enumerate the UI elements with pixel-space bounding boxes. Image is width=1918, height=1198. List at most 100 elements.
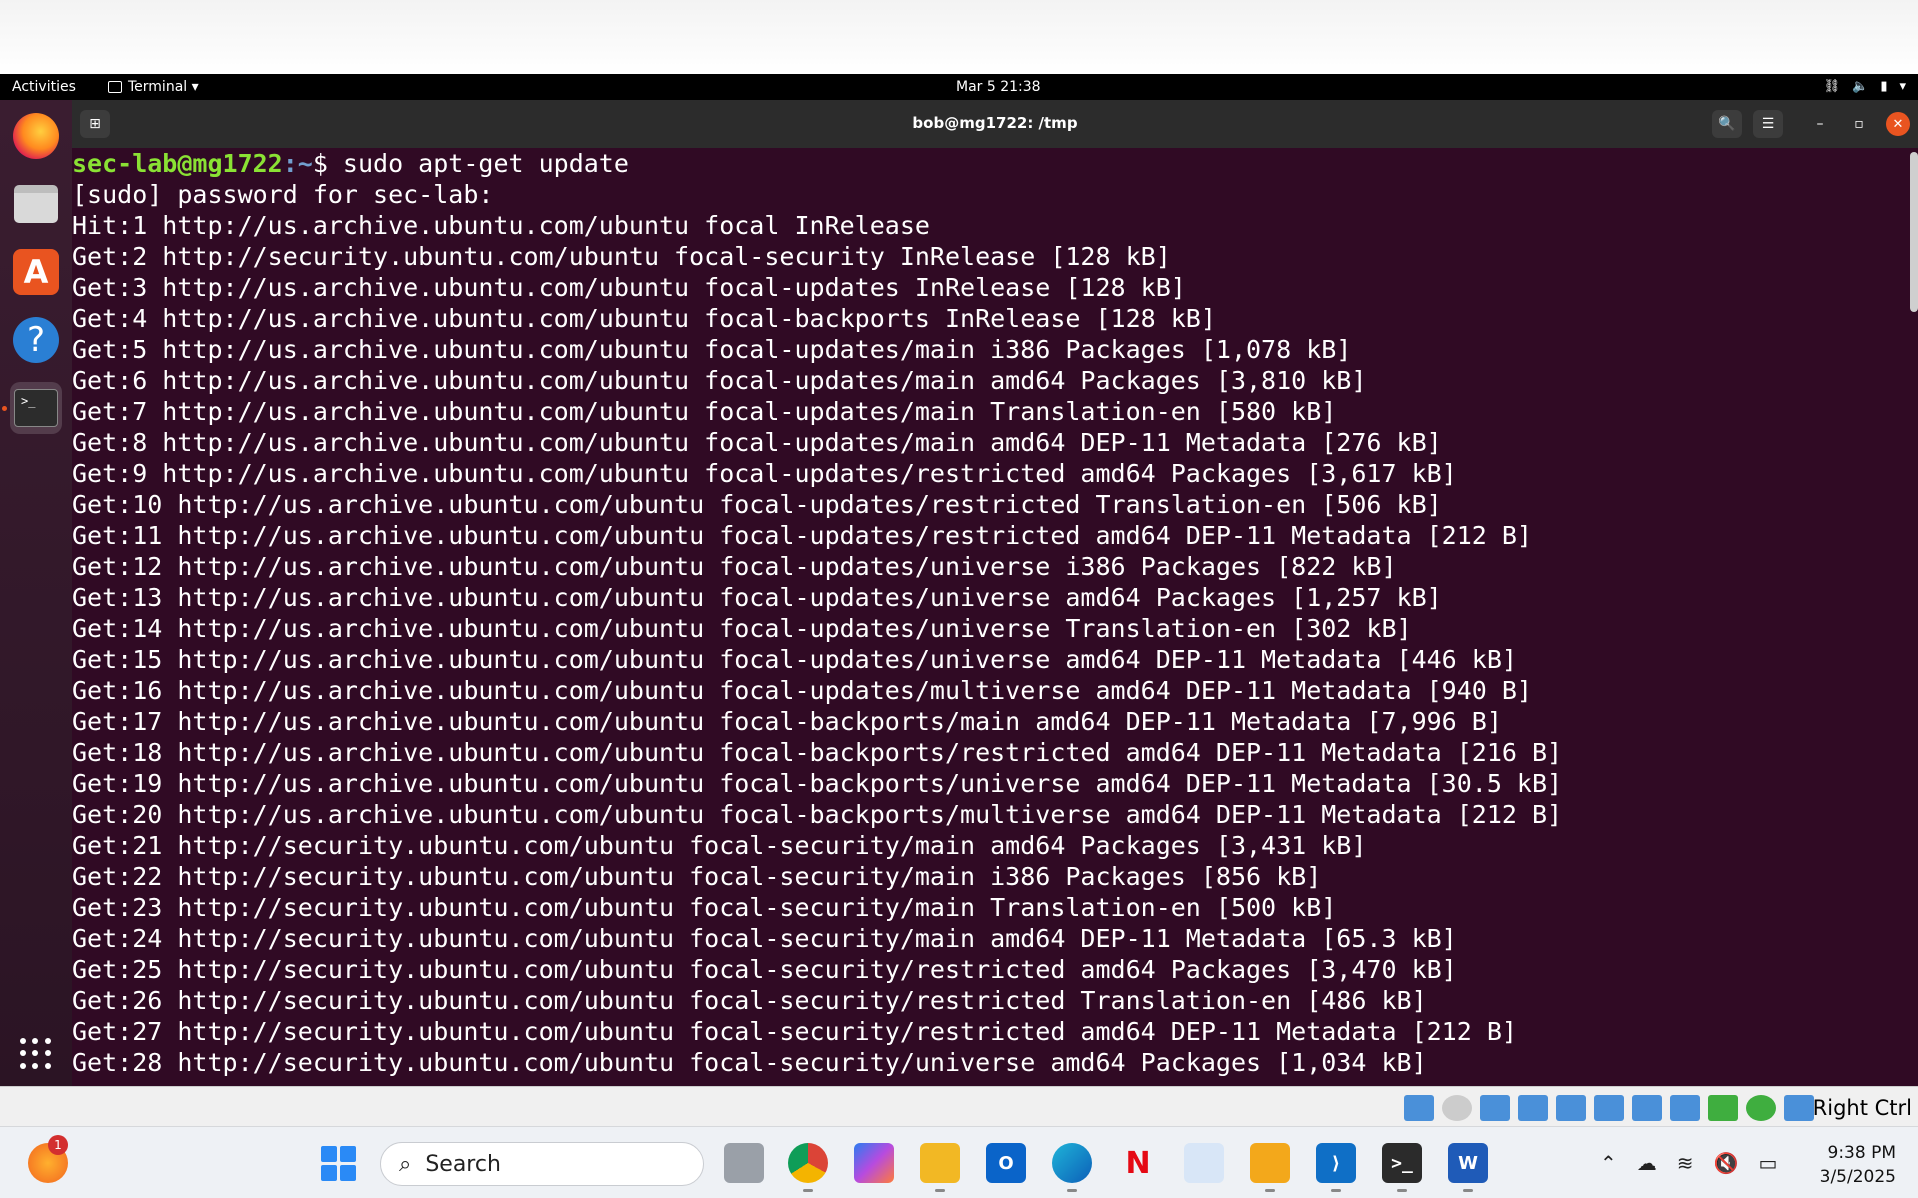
dock-files[interactable] xyxy=(10,178,62,230)
search-label: Search xyxy=(425,1151,501,1177)
vscode-icon[interactable]: ⟩ xyxy=(1316,1143,1356,1183)
taskbar-time: 9:38 PM xyxy=(1827,1143,1897,1163)
task-view-icon[interactable] xyxy=(724,1143,764,1183)
recording-icon[interactable] xyxy=(1670,1095,1700,1121)
host-top-area xyxy=(0,0,1918,74)
close-button[interactable]: ✕ xyxy=(1886,112,1910,136)
onedrive-icon[interactable]: ☁ xyxy=(1637,1151,1657,1175)
windows-logo-icon xyxy=(320,1145,356,1181)
terminal-line: Get:26 http://security.ubuntu.com/ubuntu… xyxy=(72,986,1427,1015)
running-indicator xyxy=(1331,1189,1341,1192)
terminal-headerbar: ⊞ bob@mg1722: /tmp 🔍 ☰ – ▫ ✕ xyxy=(72,100,1918,148)
windows-terminal-icon[interactable]: >_ xyxy=(1382,1143,1422,1183)
keyboard-icon[interactable] xyxy=(1784,1095,1814,1121)
terminal-line: Get:18 http://us.archive.ubuntu.com/ubun… xyxy=(72,738,1563,767)
cpu-icon[interactable] xyxy=(1708,1095,1738,1121)
hard-disk-icon[interactable] xyxy=(1404,1095,1434,1121)
chevron-up-icon[interactable]: ⌃ xyxy=(1600,1151,1617,1175)
terminal-line: Get:6 http://us.archive.ubuntu.com/ubunt… xyxy=(72,366,1367,395)
terminal-line: Get:20 http://us.archive.ubuntu.com/ubun… xyxy=(72,800,1563,829)
prompt-user: sec-lab@mg1722 xyxy=(72,149,283,178)
battery-icon[interactable]: ▭ xyxy=(1758,1151,1777,1175)
scrollbar[interactable] xyxy=(1910,152,1918,312)
audio-icon[interactable] xyxy=(1480,1095,1510,1121)
terminal-line: Get:22 http://security.ubuntu.com/ubuntu… xyxy=(72,862,1322,891)
outlook-icon[interactable]: O xyxy=(986,1143,1026,1183)
netflix-icon[interactable]: N xyxy=(1118,1143,1158,1183)
terminal-line: Get:14 http://us.archive.ubuntu.com/ubun… xyxy=(72,614,1412,643)
terminal-line: Get:7 http://us.archive.ubuntu.com/ubunt… xyxy=(72,397,1337,426)
shared-folder-icon[interactable] xyxy=(1594,1095,1624,1121)
terminal-line: Get:12 http://us.archive.ubuntu.com/ubun… xyxy=(72,552,1397,581)
minimize-button[interactable]: – xyxy=(1808,112,1832,136)
terminal-line: Hit:1 http://us.archive.ubuntu.com/ubunt… xyxy=(72,211,930,240)
copilot-icon[interactable] xyxy=(854,1143,894,1183)
wifi-icon[interactable]: ≋ xyxy=(1677,1151,1694,1175)
maximize-button[interactable]: ▫ xyxy=(1847,112,1871,136)
terminal-body[interactable]: sec-lab@mg1722:~$ sudo apt-get update [s… xyxy=(72,148,1918,1086)
running-indicator xyxy=(1463,1189,1473,1192)
vbox-device-icons xyxy=(1404,1095,1814,1121)
running-indicator xyxy=(2,406,7,411)
running-indicator xyxy=(1067,1189,1077,1192)
terminal-line: Get:27 http://security.ubuntu.com/ubuntu… xyxy=(72,1017,1517,1046)
chrome-icon[interactable] xyxy=(788,1143,828,1183)
dock-help[interactable]: ? xyxy=(10,314,62,366)
search-icon: 🔍 xyxy=(1718,116,1736,132)
system-tray: ⌃ ☁ ≋ 🔇 ▭ xyxy=(1600,1151,1777,1175)
help-icon: ? xyxy=(13,317,59,363)
terminal-line: Get:21 http://security.ubuntu.com/ubuntu… xyxy=(72,831,1367,860)
notification-badge: 1 xyxy=(48,1135,68,1155)
terminal-line: Get:19 http://us.archive.ubuntu.com/ubun… xyxy=(72,769,1563,798)
dock-software[interactable]: A xyxy=(10,246,62,298)
start-button[interactable] xyxy=(318,1143,358,1183)
volume-icon: 🔈 xyxy=(1852,79,1869,94)
host-key-label: Right Ctrl xyxy=(1812,1096,1912,1120)
terminal-line: Get:23 http://security.ubuntu.com/ubuntu… xyxy=(72,893,1337,922)
activities-button[interactable]: Activities xyxy=(12,79,76,95)
network-icon: ⛓ xyxy=(1823,79,1841,94)
terminal-line: Get:3 http://us.archive.ubuntu.com/ubunt… xyxy=(72,273,1186,302)
search-icon: ⌕ xyxy=(399,1151,412,1177)
prompt-path: :~ xyxy=(282,149,313,178)
word-icon[interactable]: W xyxy=(1448,1143,1488,1183)
edge-icon[interactable] xyxy=(1052,1143,1092,1183)
terminal-line: Get:17 http://us.archive.ubuntu.com/ubun… xyxy=(72,707,1502,736)
chevron-down-icon: ▾ xyxy=(1899,79,1906,94)
terminal-line: Get:8 http://us.archive.ubuntu.com/ubunt… xyxy=(72,428,1442,457)
snipping-tool-icon[interactable] xyxy=(1184,1143,1224,1183)
terminal-line: [sudo] password for sec-lab: xyxy=(72,180,494,209)
dock-terminal[interactable]: >_ xyxy=(10,382,62,434)
window-title: bob@mg1722: /tmp xyxy=(912,114,1078,132)
running-indicator xyxy=(1265,1189,1275,1192)
terminal-line: Get:4 http://us.archive.ubuntu.com/ubunt… xyxy=(72,304,1216,333)
network-icon[interactable] xyxy=(1518,1095,1548,1121)
dock-firefox[interactable] xyxy=(10,110,62,162)
volume-muted-icon[interactable]: 🔇 xyxy=(1714,1151,1739,1175)
file-explorer-icon[interactable] xyxy=(920,1143,960,1183)
system-menu[interactable]: ⛓ 🔈 ▮ ▾ xyxy=(1824,79,1906,94)
taskbar-search[interactable]: ⌕ Search xyxy=(380,1142,704,1186)
search-button[interactable]: 🔍 xyxy=(1712,110,1742,138)
firefox-icon xyxy=(13,113,59,159)
terminal-line: Get:11 http://us.archive.ubuntu.com/ubun… xyxy=(72,521,1532,550)
files-icon xyxy=(14,185,58,223)
terminal-line: Get:9 http://us.archive.ubuntu.com/ubunt… xyxy=(72,459,1457,488)
terminal-icon xyxy=(108,81,122,93)
usb-icon[interactable] xyxy=(1556,1095,1586,1121)
menu-button[interactable]: ☰ xyxy=(1753,110,1783,138)
gnome-clock[interactable]: Mar 5 21:38 xyxy=(956,79,1041,95)
virtualbox-icon[interactable] xyxy=(1250,1143,1290,1183)
mouse-integration-icon[interactable] xyxy=(1746,1095,1776,1121)
display-icon[interactable] xyxy=(1632,1095,1662,1121)
virtualbox-status-bar: Right Ctrl xyxy=(0,1086,1918,1126)
optical-drive-icon[interactable] xyxy=(1442,1095,1472,1121)
app-menu-terminal[interactable]: Terminal ▾ xyxy=(108,79,199,95)
terminal-line: Get:24 http://security.ubuntu.com/ubuntu… xyxy=(72,924,1457,953)
terminal-line: Get:15 http://us.archive.ubuntu.com/ubun… xyxy=(72,645,1517,674)
app-menu-label: Terminal ▾ xyxy=(128,79,199,95)
taskbar-clock[interactable]: 9:38 PM 3/5/2025 xyxy=(1820,1141,1896,1189)
ubuntu-dock: A ? >_ xyxy=(0,100,72,1086)
command-text: $ sudo apt-get update xyxy=(312,149,629,178)
show-apps-icon[interactable] xyxy=(20,1038,52,1070)
